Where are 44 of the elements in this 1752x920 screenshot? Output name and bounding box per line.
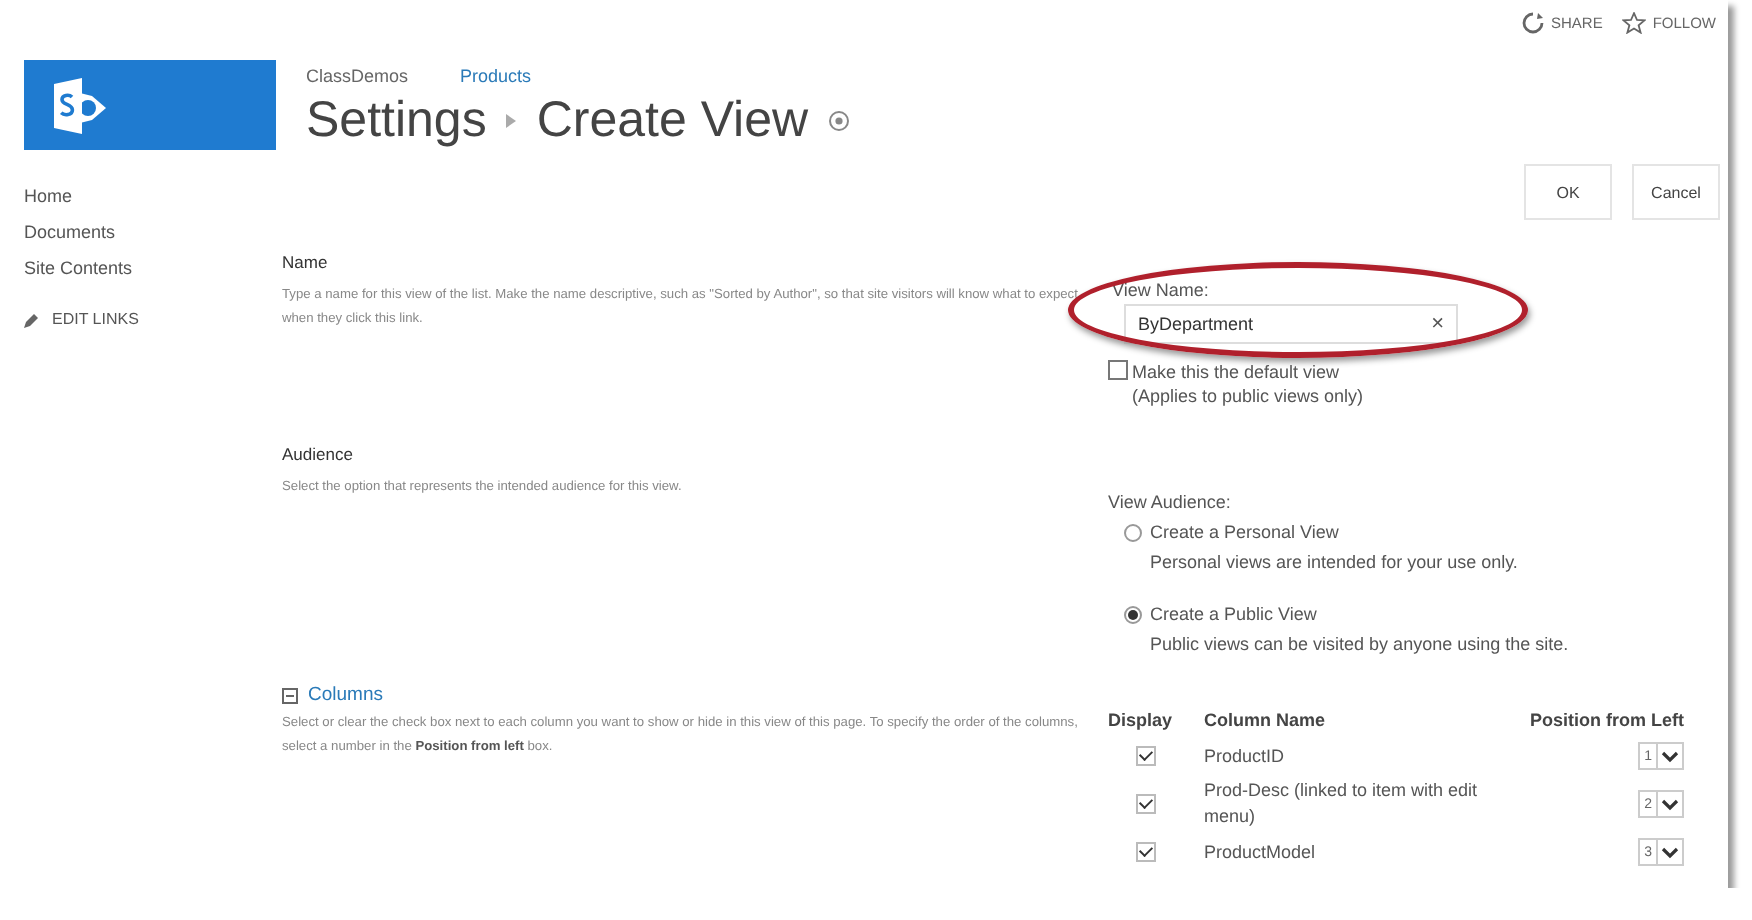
nav-link[interactable]: Site Contents: [24, 258, 282, 278]
nav-link[interactable]: Home: [24, 186, 282, 206]
radio-button[interactable]: [1124, 524, 1142, 542]
ok-button[interactable]: OK: [1524, 164, 1612, 220]
chevron-down-icon: [1656, 744, 1682, 768]
column-header: Position from Left: [1528, 710, 1684, 734]
radio-button[interactable]: [1124, 606, 1142, 624]
star-icon: [1622, 11, 1647, 33]
radio-note: Personal views are intended for your use only.: [1150, 550, 1518, 574]
checkbox[interactable]: [1136, 794, 1156, 814]
list-link[interactable]: Products: [460, 66, 532, 86]
checkbox-note: (Applies to public views only): [1132, 384, 1364, 408]
checkbox[interactable]: [1108, 360, 1128, 380]
checkbox[interactable]: [1136, 842, 1156, 862]
nav-link[interactable]: Documents: [24, 222, 282, 242]
field-label: View Audience:: [1108, 492, 1233, 512]
columns-toggle[interactable]: Columns: [282, 684, 1108, 706]
view-name-field[interactable]: ByDepartment ×: [1124, 304, 1458, 344]
column-header: Display: [1108, 710, 1204, 738]
edit-links-link[interactable]: EDIT LINKS: [24, 310, 282, 328]
chevron-down-icon: [1656, 840, 1682, 864]
site-link[interactable]: ClassDemos: [306, 66, 409, 86]
cancel-button[interactable]: Cancel: [1632, 164, 1720, 220]
checkbox-label: Make this the default view: [1132, 360, 1342, 384]
column-name: ProductID: [1204, 743, 1287, 769]
sharepoint-logo[interactable]: [24, 60, 276, 150]
chevron-down-icon: [1656, 792, 1682, 816]
column-header: Column Name: [1204, 710, 1328, 734]
breadcrumb-arrow-icon: [506, 114, 517, 128]
pencil-icon: [24, 311, 40, 327]
section-heading: Name: [282, 252, 330, 272]
page-title-parent: Settings: [306, 92, 487, 150]
column-name: ProductModel: [1204, 839, 1318, 865]
radio-label: Create a Public View: [1150, 602, 1319, 626]
radio-label: Create a Personal View: [1150, 520, 1341, 544]
clear-button[interactable]: ×: [1431, 312, 1444, 336]
column-name: Prod-Desc (linked to item with edit menu): [1204, 778, 1480, 830]
radio-note: Public views can be visited by anyone using the site.: [1150, 632, 1569, 656]
checkbox[interactable]: [1136, 746, 1156, 766]
page-title: Create View: [536, 92, 809, 150]
section-heading: Audience: [282, 444, 355, 464]
field-label: View Name:: [1112, 280, 1211, 300]
info-icon[interactable]: [828, 110, 851, 132]
share-icon: [1522, 11, 1545, 33]
